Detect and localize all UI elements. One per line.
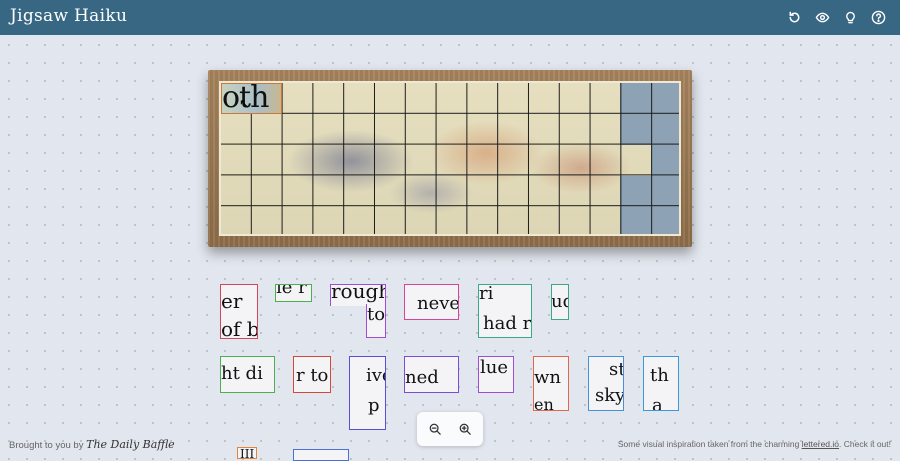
piece-text: III (240, 447, 255, 459)
piece-text: sky (595, 385, 624, 406)
piece-text: p (368, 395, 380, 416)
top-bar: Jigsaw Haiku (0, 0, 900, 35)
puzzle-piece[interactable]: lue (478, 356, 514, 393)
puzzle-piece[interactable]: er of b (220, 284, 258, 339)
pointer-cursor-icon: ↖ (239, 96, 250, 111)
piece-text: neve (417, 293, 459, 314)
footer-inspiration: Some visual inspiration taken from the c… (618, 439, 891, 449)
placed-piece[interactable]: oth ↖ (221, 83, 282, 115)
eye-icon[interactable] (813, 8, 831, 26)
puzzle-piece[interactable]: III (237, 447, 257, 459)
piece-text: a (652, 395, 663, 411)
puzzle-piece[interactable]: ie r (275, 284, 312, 302)
puzzle-piece[interactable] (293, 449, 349, 461)
piece-text: ive (366, 365, 385, 386)
piece-text: ud (551, 291, 568, 312)
piece-text: lue (480, 357, 509, 378)
piece-text: of b (221, 317, 258, 339)
piece-text: to (367, 304, 386, 325)
puzzle-piece[interactable]: ud (551, 284, 569, 320)
footer-inspiration-text: Some visual inspiration taken from the c… (617, 439, 800, 449)
zoom-in-icon[interactable] (455, 419, 475, 439)
puzzle-board[interactable]: oth ↖ (219, 81, 681, 236)
piece-text: wn (534, 367, 561, 388)
puzzle-piece[interactable]: st sky (588, 356, 624, 411)
piece-text: rough (331, 284, 386, 303)
board-grid (221, 83, 679, 234)
zoom-out-icon[interactable] (425, 419, 445, 439)
puzzle-piece[interactable]: rough (330, 284, 386, 306)
app-title: Jigsaw Haiku (10, 6, 128, 26)
piece-text: ned (405, 367, 439, 388)
puzzle-piece[interactable]: wn en (533, 356, 569, 411)
piece-text: th (650, 365, 669, 386)
puzzle-piece[interactable]: ri had r (478, 284, 532, 338)
piece-text: er (221, 289, 243, 313)
piece-text: ht di (221, 363, 263, 384)
footer-suffix: . Check it out! (839, 439, 891, 449)
lightbulb-icon[interactable] (841, 8, 859, 26)
piece-text: ie r (276, 284, 307, 298)
brand-logo[interactable]: The Daily Baffle (86, 438, 175, 451)
zoom-controls (417, 412, 483, 446)
help-icon[interactable] (869, 8, 887, 26)
puzzle-piece[interactable]: neve (404, 284, 459, 320)
restart-icon[interactable] (785, 8, 803, 26)
piece-text: r to (296, 365, 329, 386)
puzzle-piece[interactable]: r to (293, 356, 331, 393)
puzzle-piece[interactable]: to (366, 304, 386, 338)
puzzle-piece[interactable]: ht di (220, 356, 275, 393)
piece-text: had r (483, 313, 532, 334)
piece-text: st (609, 359, 624, 380)
lettered-link[interactable]: lettered.io (802, 439, 839, 449)
puzzle-piece[interactable]: ive p (349, 356, 386, 430)
puzzle-piece[interactable]: th a (643, 356, 679, 411)
puzzle-piece[interactable]: ned (404, 356, 459, 393)
footer-prefix: Brought to you by (9, 440, 84, 451)
puzzle-frame: oth ↖ (208, 70, 692, 247)
piece-text: en (534, 395, 554, 411)
piece-text: ri (479, 284, 494, 304)
footer-credit: Brought to you by The Daily Baffle (9, 438, 175, 451)
